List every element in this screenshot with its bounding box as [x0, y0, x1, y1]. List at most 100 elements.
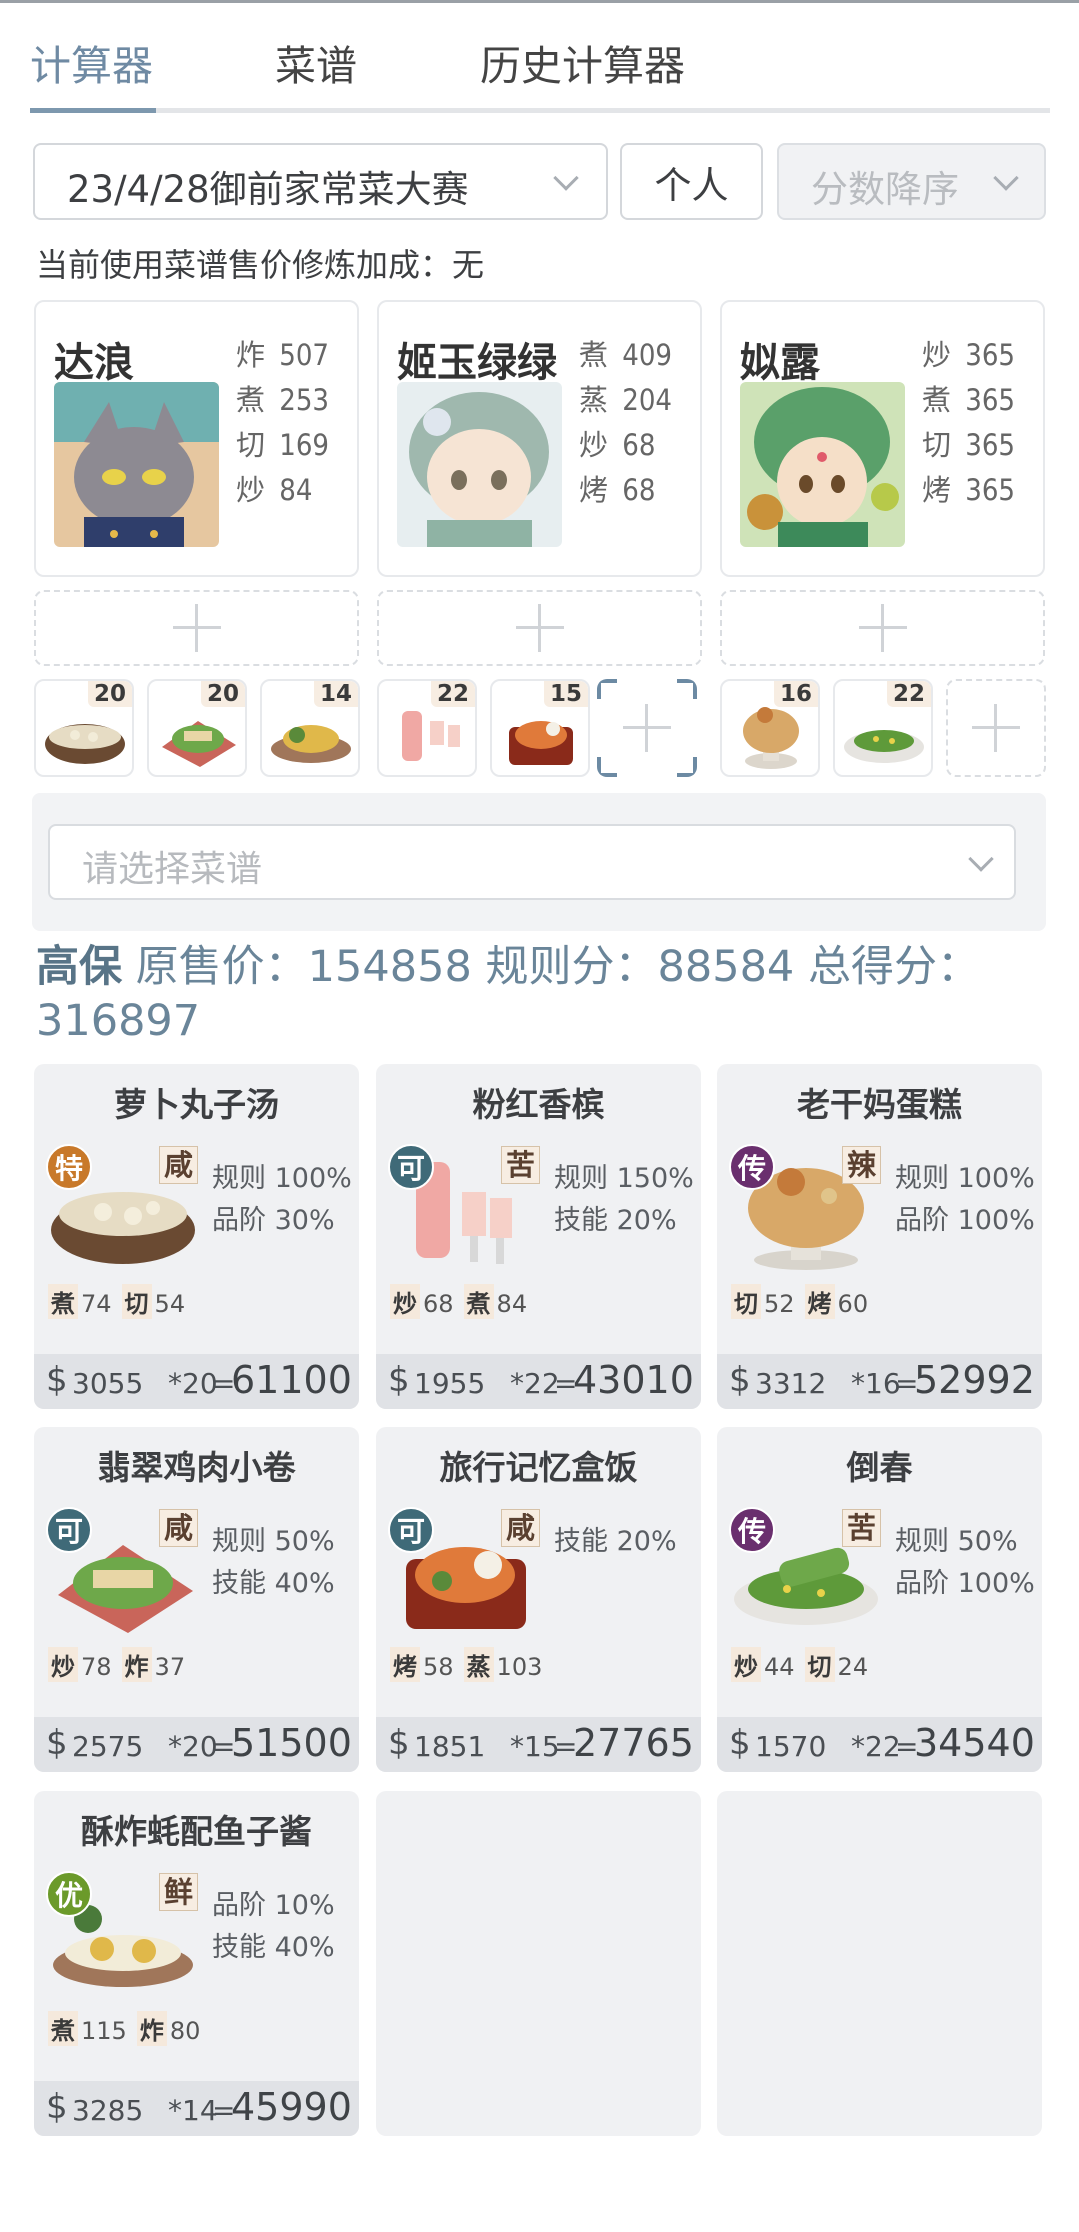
recipe-bonus: 品阶 100%	[895, 1568, 1035, 1599]
recipe-skill-tag: 炒 68	[390, 1284, 454, 1319]
recipe-skill-tags: 煮 74 切 54	[48, 1284, 195, 1319]
dollar-icon: $	[388, 1360, 410, 1400]
chevron-down-icon	[968, 846, 994, 872]
bonus-info: 当前使用菜谱售价修炼加成：无	[36, 246, 485, 284]
recipe-bonus: 规则 100%	[895, 1163, 1035, 1194]
dish-slot[interactable]: 22	[833, 679, 933, 777]
recipe-skill-tag: 煮 84	[463, 1284, 527, 1319]
sort-select[interactable]: 分数降序	[777, 143, 1046, 220]
recipe-skill-tag: 蒸 103	[463, 1647, 542, 1682]
recipe-name: 萝卜丸子汤	[114, 1085, 279, 1124]
dollar-icon: $	[388, 1723, 410, 1763]
chef-skill: 炒 84	[236, 473, 313, 507]
dollar-icon: $	[729, 1360, 751, 1400]
dish-slot[interactable]: 16	[720, 679, 820, 777]
plus-icon	[172, 604, 221, 652]
recipe-skill-tag: 烤 58	[390, 1647, 454, 1682]
recipe-skill-tag: 炸 80	[136, 2011, 200, 2046]
recipe-price: 2575	[72, 1730, 144, 1763]
tab-calculator[interactable]: 计算器	[30, 32, 153, 92]
add-equipment-button[interactable]	[34, 590, 359, 666]
recipe-skill-tag: 切 24	[804, 1647, 868, 1682]
recipe-skill-tags: 切 52 烤 60	[731, 1284, 878, 1319]
recipe-price: 1955	[414, 1367, 486, 1400]
recipe-bonus: 品阶 10%	[212, 1890, 335, 1921]
dish-slot[interactable]: 20	[34, 679, 134, 777]
recipe-quantity: *16	[851, 1367, 901, 1400]
recipe-bonus: 规则 150%	[554, 1163, 694, 1194]
tab-recipes[interactable]: 菜谱	[275, 32, 357, 92]
dish-image	[45, 724, 125, 764]
dish-image	[844, 730, 924, 763]
recipe-price: 1570	[755, 1730, 827, 1763]
dish-count: 20	[87, 681, 132, 707]
recipe-card[interactable]: 粉红香槟可苦规则 150% 技能 20% 炒 68 煮 84 $1955 *22 = 43010	[376, 1064, 701, 1409]
recipe-price-bar: $3312 *16 = 52992	[717, 1354, 1042, 1409]
contest-select[interactable]: 23/4/28御前家常菜大赛	[33, 143, 608, 220]
recipe-skill-tag: 煮 74	[48, 1284, 112, 1319]
dollar-icon: $	[46, 1723, 68, 1763]
recipe-taste-badge: 辣	[842, 1146, 882, 1184]
recipe-bonuses: 规则 150% 技能 20%	[554, 1158, 694, 1242]
recipe-price: 1851	[414, 1730, 486, 1763]
recipe-name: 翡翠鸡肉小卷	[97, 1448, 296, 1487]
dish-image	[509, 721, 573, 765]
tab-history-calculator[interactable]: 历史计算器	[480, 32, 685, 92]
recipe-taste-badge: 咸	[159, 1509, 199, 1547]
recipe-bonus: 品阶 30%	[212, 1205, 335, 1236]
recipe-quantity: *15	[510, 1730, 560, 1763]
dish-slot[interactable]: 14	[260, 679, 360, 777]
chef-card[interactable]: 达浪 炸 507 煮 253 切 169 炒 84	[34, 300, 359, 577]
dish-slot-empty[interactable]	[597, 679, 697, 777]
recipe-card[interactable]: 萝卜丸子汤特咸规则 100% 品阶 30% 煮 74 切 54 $3055 *20 = 61100	[34, 1064, 359, 1409]
chef-portrait	[740, 382, 905, 547]
recipe-select[interactable]: 请选择菜谱	[48, 824, 1016, 900]
tab-bar: 计算器 菜谱 历史计算器	[30, 22, 1050, 118]
recipe-taste-badge: 咸	[501, 1509, 541, 1547]
dish-slot[interactable]: 15	[490, 679, 590, 777]
recipe-card[interactable]: 酥炸蚝配鱼子酱优鲜品阶 10% 技能 40% 煮 115 炸 80 $3285 *14 = 459…	[34, 1791, 359, 2136]
dish-slot-empty[interactable]	[946, 679, 1046, 777]
chef-card[interactable]: 姒露 炒 365 煮 365 切 365 烤 365	[720, 300, 1045, 577]
recipe-card[interactable]: 倒春传苦规则 50% 品阶 100% 炒 44 切 24 $1570 *22 = 34540	[717, 1427, 1042, 1772]
recipe-total: 61100	[231, 1358, 352, 1402]
add-equipment-button[interactable]	[720, 590, 1045, 666]
recipe-card[interactable]: 老干妈蛋糕传辣规则 100% 品阶 100% 切 52 烤 60 $3312 *16 = 5299…	[717, 1064, 1042, 1409]
recipe-grade-badge: 可	[388, 1507, 434, 1553]
recipe-select-panel: 请选择菜谱	[32, 793, 1046, 931]
recipe-bonuses: 品阶 10% 技能 40%	[212, 1885, 335, 1969]
empty-recipe-card	[376, 1791, 701, 2136]
recipe-skill-tag: 切 52	[731, 1284, 795, 1319]
personal-mode-button[interactable]: 个人	[620, 143, 763, 220]
dish-image	[162, 721, 236, 767]
recipe-skill-tags: 炒 78 炸 37	[48, 1647, 195, 1682]
recipe-card[interactable]: 翡翠鸡肉小卷可咸规则 50% 技能 40% 炒 78 炸 37 $2575 *20 = 51500	[34, 1427, 359, 1772]
recipe-taste-badge: 咸	[159, 1146, 199, 1184]
dish-count: 22	[886, 681, 931, 707]
chef-skill: 煮 253	[236, 383, 330, 417]
recipe-bonuses: 规则 50% 技能 40%	[212, 1521, 335, 1605]
add-equipment-button[interactable]	[377, 590, 702, 666]
chef-card[interactable]: 姬玉绿绿 煮 409 蒸 204 炒 68 烤 68	[377, 300, 702, 577]
dish-slot[interactable]: 20	[147, 679, 247, 777]
recipe-skill-tag: 煮 115	[48, 2011, 127, 2046]
active-tab-indicator	[30, 108, 156, 113]
recipe-skill-tag: 炒 78	[48, 1647, 112, 1682]
recipe-quantity: *22	[510, 1367, 560, 1400]
recipe-price-bar: $1851 *15 = 27765	[376, 1717, 701, 1772]
dish-count: 22	[430, 681, 475, 707]
recipe-bonuses: 技能 20%	[554, 1521, 677, 1563]
recipe-price: 3312	[755, 1367, 827, 1400]
recipe-taste-badge: 苦	[501, 1146, 541, 1184]
recipe-quantity: *22	[851, 1730, 901, 1763]
recipe-price-bar: $3285 *14 = 45990	[34, 2081, 359, 2136]
dish-slot[interactable]: 22	[377, 679, 477, 777]
recipe-skill-tags: 烤 58 蒸 103	[390, 1647, 552, 1682]
recipe-card[interactable]: 旅行记忆盒饭可咸技能 20% 烤 58 蒸 103 $1851 *15 = 27765	[376, 1427, 701, 1772]
chef-skill: 煮 365	[922, 383, 1016, 417]
recipe-total: 27765	[573, 1721, 694, 1765]
sort-select-value: 分数降序	[811, 168, 959, 211]
recipe-bonus: 技能 40%	[212, 1932, 335, 1963]
summary-rule-score: 88584	[657, 942, 795, 992]
recipe-bonuses: 规则 100% 品阶 30%	[212, 1158, 352, 1242]
